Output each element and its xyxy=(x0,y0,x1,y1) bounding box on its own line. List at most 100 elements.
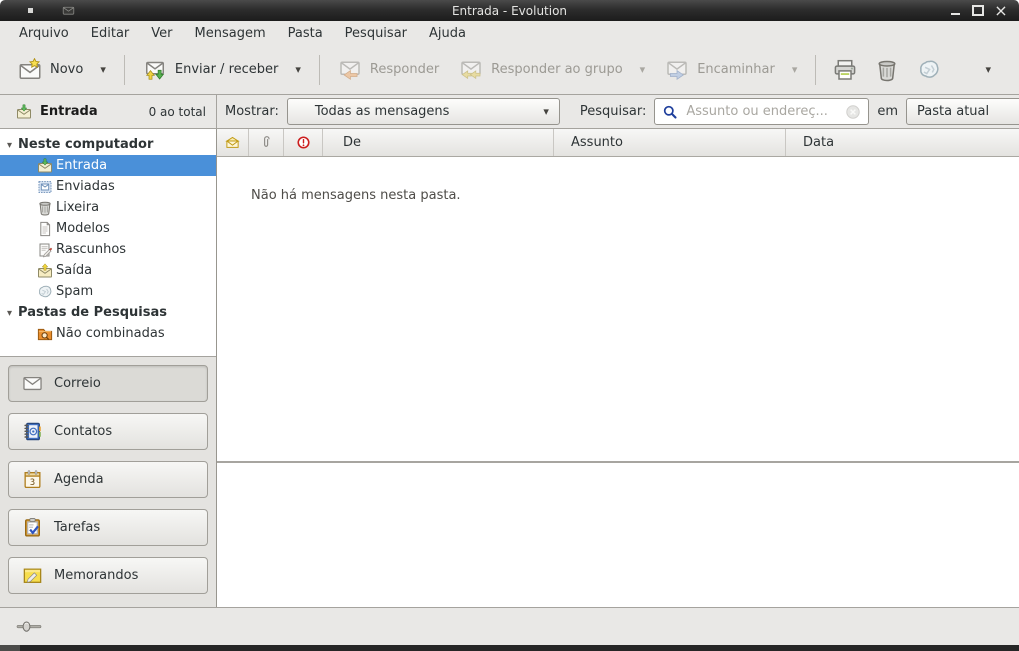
close-button[interactable] xyxy=(995,5,1007,17)
trash-icon xyxy=(875,58,899,82)
reply-group-button[interactable]: Responder ao grupo xyxy=(449,52,655,88)
sent-icon xyxy=(37,179,53,195)
junk-icon xyxy=(917,58,941,82)
folder-rascunhos[interactable]: Rascunhos xyxy=(0,239,216,260)
switcher-contatos-button[interactable]: Contatos xyxy=(8,413,208,450)
column-from[interactable]: De xyxy=(323,129,554,156)
toolbar-separator xyxy=(319,55,320,85)
message-pane: De Assunto Data Não há mensagens nesta p… xyxy=(217,129,1019,607)
important-icon xyxy=(296,135,311,150)
filterbar: Entrada 0 ao total Mostrar: Todas as men… xyxy=(0,95,1019,129)
tree-section-search-folders[interactable]: Pastas de Pesquisas xyxy=(0,302,216,323)
new-button[interactable]: Novo xyxy=(8,52,116,88)
search-scope-dropdown[interactable]: Pasta atual xyxy=(906,98,1019,125)
search-input[interactable] xyxy=(684,103,839,120)
inbox-icon xyxy=(37,158,53,174)
new-mail-icon xyxy=(18,58,42,82)
send-receive-dropdown-arrow-icon[interactable] xyxy=(295,62,301,77)
print-button[interactable] xyxy=(824,52,866,88)
mail-status-icon xyxy=(225,135,240,150)
toolbar-separator xyxy=(124,55,125,85)
preview-pane xyxy=(217,463,1019,607)
search-icon xyxy=(662,104,678,120)
inbox-icon xyxy=(16,104,32,120)
titlebar[interactable]: Entrada - Evolution xyxy=(0,0,1019,21)
switcher-correio-button[interactable]: Correio xyxy=(8,365,208,402)
folder-modelos[interactable]: Modelos xyxy=(0,218,216,239)
column-read-status[interactable] xyxy=(217,129,249,156)
window-bottom-edge xyxy=(0,645,1019,651)
toolbar: Novo Enviar / receber Responder Responde… xyxy=(0,45,1019,95)
switcher-tarefas-button[interactable]: Tarefas xyxy=(8,509,208,546)
junk-icon xyxy=(37,284,53,300)
reply-all-icon xyxy=(459,58,483,82)
window-badge-icon xyxy=(28,8,33,13)
app-mail-icon xyxy=(60,4,77,17)
folder-spam[interactable]: Spam xyxy=(0,281,216,302)
folder-lixeira[interactable]: Lixeira xyxy=(0,197,216,218)
window-title: Entrada - Evolution xyxy=(0,4,1019,18)
sidebar: Neste computador Entrada Enviadas Lixeir… xyxy=(0,129,217,607)
send-receive-button[interactable]: Enviar / receber xyxy=(133,52,311,88)
switcher-memorandos-button[interactable]: Memorandos xyxy=(8,557,208,594)
forward-button[interactable]: Encaminhar xyxy=(655,52,807,88)
send-receive-icon xyxy=(143,58,167,82)
trash-icon xyxy=(37,200,53,216)
current-folder-header: Entrada 0 ao total xyxy=(0,95,217,128)
menu-editar[interactable]: Editar xyxy=(80,23,141,44)
toolbar-separator xyxy=(815,55,816,85)
show-filter-dropdown[interactable]: Todas as mensagens xyxy=(287,98,560,125)
column-subject[interactable]: Assunto xyxy=(554,129,786,156)
folder-nao-combinadas[interactable]: Não combinadas xyxy=(0,323,216,344)
show-label: Mostrar: xyxy=(225,104,279,119)
tasks-icon xyxy=(22,517,43,538)
contacts-icon xyxy=(22,421,43,442)
expander-icon[interactable] xyxy=(7,137,12,152)
delete-button[interactable] xyxy=(866,52,908,88)
new-dropdown-arrow-icon[interactable] xyxy=(100,62,106,77)
message-count: 0 ao total xyxy=(149,105,206,119)
forward-dropdown-arrow-icon[interactable] xyxy=(792,62,798,77)
draft-icon xyxy=(37,242,53,258)
junk-button[interactable] xyxy=(908,52,950,88)
reply-icon xyxy=(338,58,362,82)
empty-folder-message: Não há mensagens nesta pasta. xyxy=(217,157,1019,203)
menu-arquivo[interactable]: Arquivo xyxy=(8,23,80,44)
reply-button[interactable]: Responder xyxy=(328,52,449,88)
calendar-icon xyxy=(22,469,43,490)
maximize-button[interactable] xyxy=(972,5,984,17)
clear-search-icon[interactable] xyxy=(845,104,861,120)
minimize-button[interactable] xyxy=(949,5,961,17)
toolbar-overflow-button[interactable] xyxy=(970,56,997,83)
switcher-agenda-button[interactable]: Agenda xyxy=(8,461,208,498)
tree-section-this-computer[interactable]: Neste computador xyxy=(0,134,216,155)
search-box[interactable] xyxy=(654,98,869,125)
expander-icon[interactable] xyxy=(7,305,12,320)
column-date[interactable]: Data xyxy=(786,129,1019,156)
column-attachment[interactable] xyxy=(249,129,284,156)
search-folder-icon xyxy=(37,326,53,342)
folder-enviadas[interactable]: Enviadas xyxy=(0,176,216,197)
outbox-icon xyxy=(37,263,53,279)
scope-conjunction: em xyxy=(877,104,898,119)
statusbar xyxy=(0,607,1019,645)
switcher-slider-icon[interactable] xyxy=(16,619,42,634)
menu-pesquisar[interactable]: Pesquisar xyxy=(334,23,418,44)
folder-tree: Neste computador Entrada Enviadas Lixeir… xyxy=(0,129,216,357)
column-importance[interactable] xyxy=(284,129,323,156)
menu-ajuda[interactable]: Ajuda xyxy=(418,23,477,44)
evolution-window: Entrada - Evolution Arquivo Editar Ver M… xyxy=(0,0,1019,651)
menu-pasta[interactable]: Pasta xyxy=(277,23,334,44)
folder-saida[interactable]: Saída xyxy=(0,260,216,281)
view-switcher: Correio Contatos Agenda Tarefas Memorand… xyxy=(0,357,216,607)
memo-icon xyxy=(22,565,43,586)
document-icon xyxy=(37,221,53,237)
printer-icon xyxy=(833,58,857,82)
menu-mensagem[interactable]: Mensagem xyxy=(184,23,277,44)
folder-entrada[interactable]: Entrada xyxy=(0,155,216,176)
reply-group-dropdown-arrow-icon[interactable] xyxy=(640,62,646,77)
message-list-header: De Assunto Data xyxy=(217,129,1019,157)
menu-ver[interactable]: Ver xyxy=(140,23,183,44)
overflow-arrow-icon xyxy=(985,62,991,77)
message-list: Não há mensagens nesta pasta. xyxy=(217,157,1019,461)
